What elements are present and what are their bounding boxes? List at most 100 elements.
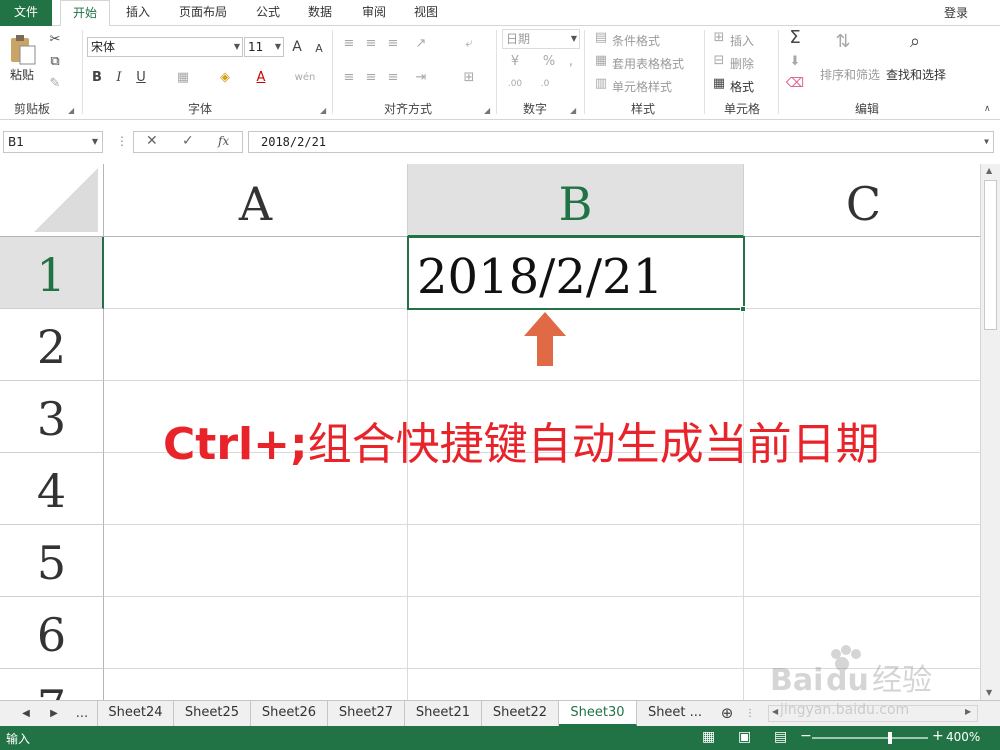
fill-down-icon[interactable]: ⬇	[784, 52, 806, 72]
orientation-icon[interactable]: ↗	[410, 34, 432, 54]
tab-file[interactable]: 文件	[0, 0, 52, 26]
cell-a2[interactable]	[104, 309, 408, 381]
delete-cells-icon[interactable]: ⊟	[708, 51, 730, 71]
font-launcher-icon[interactable]: ◢	[320, 106, 326, 115]
wrap-text-icon[interactable]: ⤶	[458, 34, 480, 54]
column-header-b[interactable]: B	[408, 164, 744, 237]
row-header-3[interactable]: 3	[0, 381, 104, 453]
clear-icon[interactable]: ⌫	[784, 74, 806, 94]
conditional-format-icon[interactable]: ▤	[590, 28, 612, 48]
fill-color-icon[interactable]: ◈	[214, 68, 236, 88]
cell-a7[interactable]	[104, 669, 408, 700]
sort-filter-button[interactable]: 排序和筛选	[820, 66, 880, 83]
sheet-tab[interactable]: Sheet26	[251, 701, 328, 726]
vertical-scroll-thumb[interactable]	[984, 180, 997, 330]
align-left-icon[interactable]: ≡	[338, 68, 360, 88]
cell-b5[interactable]	[408, 525, 744, 597]
font-size-select[interactable]: 11 ▼	[244, 37, 284, 57]
align-bottom-icon[interactable]: ≡	[382, 34, 404, 54]
row-header-5[interactable]: 5	[0, 525, 104, 597]
align-top-icon[interactable]: ≡	[338, 34, 360, 54]
zoom-slider[interactable]	[812, 737, 928, 739]
row-header-1[interactable]: 1	[0, 237, 104, 309]
find-select-button[interactable]: 查找和选择	[886, 66, 946, 83]
cell-c1[interactable]	[744, 237, 980, 309]
sheet-tab[interactable]: Sheet22	[482, 701, 559, 726]
insert-cells-button[interactable]: 插入	[730, 32, 754, 49]
underline-button[interactable]: U	[130, 68, 152, 88]
prev-sheet-icon[interactable]: ◀	[16, 701, 36, 726]
cell-b7[interactable]	[408, 669, 744, 700]
more-sheets-left[interactable]: ...	[70, 701, 94, 726]
conditional-format-button[interactable]: 条件格式	[612, 32, 660, 49]
cell-a6[interactable]	[104, 597, 408, 669]
row-header-2[interactable]: 2	[0, 309, 104, 381]
scroll-down-icon[interactable]: ▼	[986, 688, 992, 697]
phonetic-icon[interactable]: wén	[294, 68, 316, 88]
delete-cells-button[interactable]: 删除	[730, 55, 754, 72]
cell-b1[interactable]: 2018/2/21	[407, 236, 745, 310]
cell-style-button[interactable]: 单元格样式	[612, 78, 672, 95]
table-format-icon[interactable]: ▦	[590, 51, 612, 71]
increase-decimal-icon[interactable]: .00	[504, 74, 526, 94]
tab-page-layout[interactable]: 页面布局	[168, 0, 238, 26]
zoom-slider-handle[interactable]	[888, 732, 892, 744]
alignment-launcher-icon[interactable]: ◢	[484, 106, 490, 115]
sheet-tab[interactable]: Sheet25	[174, 701, 251, 726]
column-header-a[interactable]: A	[104, 164, 408, 237]
cell-style-icon[interactable]: ▥	[590, 74, 612, 94]
format-painter-icon[interactable]: ✎	[44, 74, 66, 94]
row-header-7[interactable]: 7	[0, 669, 104, 700]
fill-handle[interactable]	[740, 306, 746, 312]
tab-formulas[interactable]: 公式	[246, 0, 290, 26]
border-icon[interactable]: ▦	[172, 68, 194, 88]
tab-view[interactable]: 视图	[404, 0, 448, 26]
add-sheet-icon[interactable]: ⊕	[716, 701, 738, 726]
cell-b2[interactable]	[408, 309, 744, 381]
comma-icon[interactable]: ,	[560, 52, 582, 72]
shrink-font-button[interactable]: A	[308, 39, 330, 59]
vertical-scrollbar[interactable]: ▲ ▼	[980, 164, 1000, 700]
format-cells-button[interactable]: 格式	[730, 78, 754, 95]
italic-button[interactable]: I	[108, 68, 130, 88]
decrease-decimal-icon[interactable]: .0	[534, 74, 556, 94]
font-color-icon[interactable]: A	[250, 68, 272, 88]
login-link[interactable]: 登录	[944, 4, 968, 21]
row-header-4[interactable]: 4	[0, 453, 104, 525]
cell-a5[interactable]	[104, 525, 408, 597]
select-all-button[interactable]	[0, 164, 104, 237]
currency-icon[interactable]: ¥	[504, 52, 526, 72]
sheet-tab[interactable]: Sheet27	[328, 701, 405, 726]
sheet-tab-active[interactable]: Sheet30	[559, 701, 637, 726]
number-launcher-icon[interactable]: ◢	[570, 106, 576, 115]
enter-icon[interactable]: ✓	[182, 133, 194, 149]
page-layout-view-icon[interactable]: ▣	[738, 729, 751, 745]
align-center-icon[interactable]: ≡	[360, 68, 382, 88]
tab-review[interactable]: 审阅	[352, 0, 396, 26]
percent-button[interactable]: %	[538, 52, 560, 72]
insert-function-button[interactable]: fx	[218, 134, 229, 148]
cell-a1[interactable]	[104, 237, 408, 309]
paste-button[interactable]: 粘贴	[10, 66, 34, 83]
font-name-select[interactable]: 宋体 ▼	[87, 37, 243, 57]
number-format-select[interactable]: 日期 ▼	[502, 29, 580, 49]
zoom-level[interactable]: 400%	[946, 730, 980, 744]
sheet-tab[interactable]: Sheet21	[405, 701, 482, 726]
cut-icon[interactable]: ✂	[44, 30, 66, 50]
zoom-in-icon[interactable]: +	[932, 728, 944, 744]
collapse-ribbon-icon[interactable]: ∧	[984, 104, 991, 114]
cell-c5[interactable]	[744, 525, 980, 597]
find-select-icon[interactable]: ⌕	[904, 32, 926, 52]
scroll-up-icon[interactable]: ▲	[986, 166, 992, 175]
sheet-tab[interactable]: Sheet ...	[637, 701, 713, 726]
sheet-tab[interactable]: Sheet24	[97, 701, 174, 726]
clipboard-launcher-icon[interactable]: ◢	[68, 106, 74, 115]
row-header-6[interactable]: 6	[0, 597, 104, 669]
next-sheet-icon[interactable]: ▶	[44, 701, 64, 726]
formula-input[interactable]: 2018/2/21 ▼	[248, 131, 994, 153]
format-cells-icon[interactable]: ▦	[708, 74, 730, 94]
cell-b6[interactable]	[408, 597, 744, 669]
table-format-button[interactable]: 套用表格格式	[612, 55, 684, 72]
column-header-c[interactable]: C	[744, 164, 980, 237]
grow-font-button[interactable]: A	[286, 37, 308, 57]
